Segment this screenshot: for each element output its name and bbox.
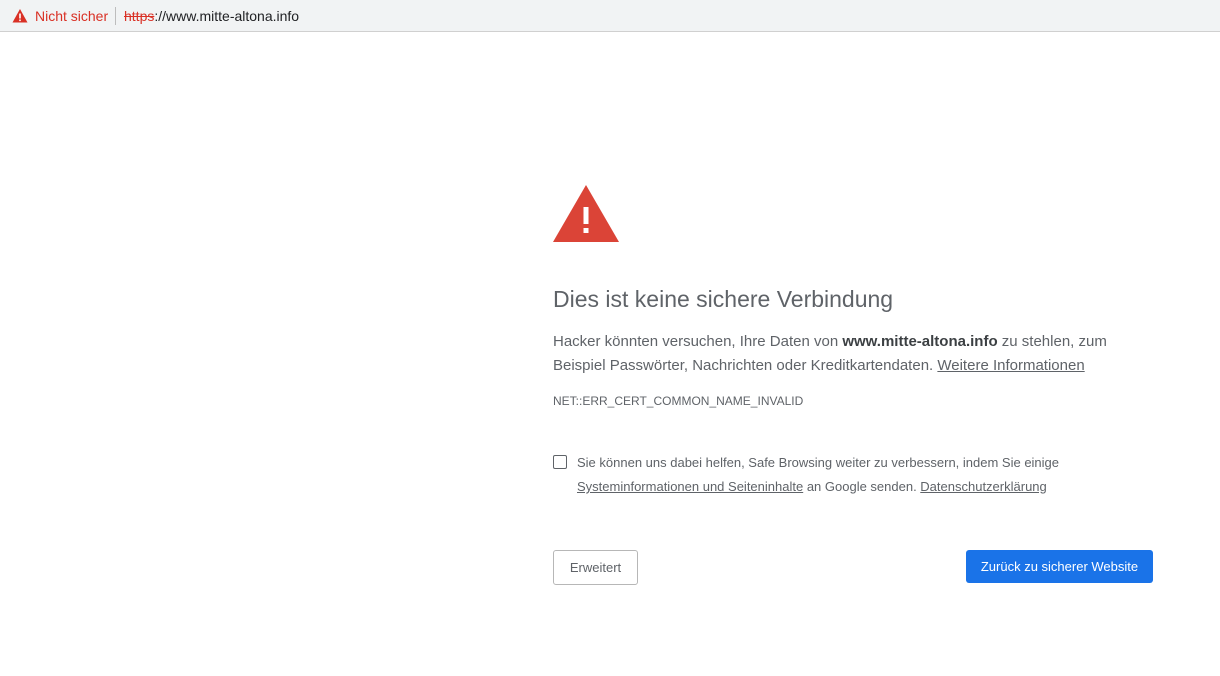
url-scheme: https bbox=[124, 8, 155, 24]
main-description: Hacker könnten versuchen, Ihre Daten von… bbox=[553, 330, 1133, 378]
url-text[interactable]: https://www.mitte-altona.info bbox=[124, 7, 299, 25]
safe-browsing-optin-text: Sie können uns dabei helfen, Safe Browsi… bbox=[577, 451, 1153, 499]
warning-triangle-icon bbox=[553, 185, 619, 242]
privacy-policy-link[interactable]: Datenschutzerklärung bbox=[920, 479, 1046, 494]
back-to-safety-button[interactable]: Zurück zu sicherer Website bbox=[966, 550, 1153, 583]
system-info-link[interactable]: Systeminformationen und Seiteninhalte bbox=[577, 479, 803, 494]
security-status-label[interactable]: Nicht sicher bbox=[35, 7, 108, 25]
learn-more-link[interactable]: Weitere Informationen bbox=[937, 357, 1084, 374]
description-text-1: Hacker könnten versuchen, Ihre Daten von bbox=[553, 333, 843, 350]
error-code[interactable]: NET::ERR_CERT_COMMON_NAME_INVALID bbox=[553, 393, 803, 409]
warning-triangle-icon[interactable] bbox=[12, 8, 28, 24]
advanced-button[interactable]: Erweitert bbox=[553, 550, 638, 585]
optin-text-2: an Google senden. bbox=[803, 479, 921, 494]
url-host: ://www.mitte-altona.info bbox=[154, 8, 300, 24]
page-title: Dies ist keine sichere Verbindung bbox=[553, 286, 894, 312]
optin-text-1: Sie können uns dabei helfen, Safe Browsi… bbox=[577, 455, 1060, 470]
address-bar-divider bbox=[115, 7, 116, 25]
site-domain: www.mitte-altona.info bbox=[842, 333, 998, 350]
safe-browsing-checkbox[interactable] bbox=[553, 455, 567, 469]
address-bar[interactable]: Nicht sicher https://www.mitte-altona.in… bbox=[0, 0, 1220, 32]
